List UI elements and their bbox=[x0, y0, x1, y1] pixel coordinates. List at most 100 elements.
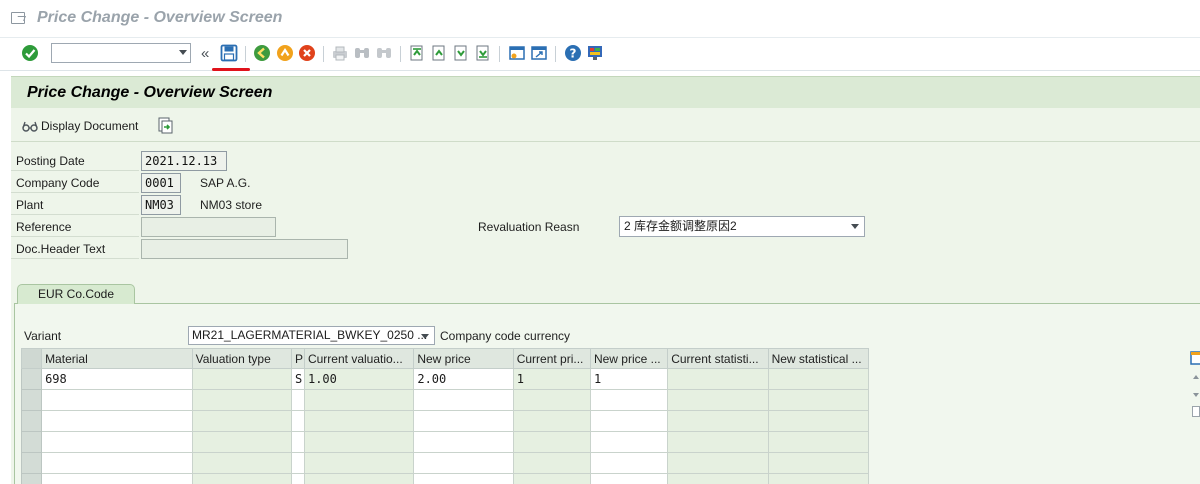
command-input[interactable] bbox=[52, 44, 170, 62]
price-change-table: Material Valuation type P Current valuat… bbox=[20, 348, 870, 484]
table-row[interactable] bbox=[20, 473, 870, 484]
table-cell[interactable] bbox=[41, 389, 193, 411]
shortcut-icon[interactable] bbox=[530, 44, 548, 62]
chevron-down-icon[interactable] bbox=[851, 224, 859, 229]
table-cell[interactable] bbox=[290, 452, 305, 474]
table-cell: 1.00 bbox=[303, 368, 415, 390]
table-cell[interactable] bbox=[290, 389, 305, 411]
find-icon[interactable] bbox=[353, 44, 371, 62]
last-page-icon[interactable] bbox=[474, 44, 492, 62]
chevron-down-icon[interactable] bbox=[421, 334, 429, 339]
table-cell[interactable] bbox=[413, 431, 514, 453]
cancel-icon[interactable] bbox=[298, 44, 316, 62]
revaluation-reason-select[interactable]: 2 库存金额调整原因2 bbox=[619, 216, 865, 237]
column-header[interactable]: Current valuatio... bbox=[303, 348, 415, 369]
plant-label-box: Plant bbox=[11, 195, 139, 215]
row-selector[interactable] bbox=[20, 368, 43, 390]
column-header[interactable]: New price ... bbox=[589, 348, 669, 369]
table-row[interactable] bbox=[20, 431, 870, 453]
row-selector[interactable] bbox=[20, 431, 43, 453]
display-document-button[interactable]: Display Document bbox=[22, 117, 138, 135]
tab-eur-co-code[interactable]: EUR Co.Code bbox=[17, 284, 135, 304]
scroll-up-icon[interactable] bbox=[1193, 375, 1199, 379]
column-header[interactable]: Material bbox=[41, 348, 193, 369]
table-cell[interactable] bbox=[41, 410, 193, 432]
save-icon[interactable] bbox=[220, 44, 238, 62]
table-cell[interactable] bbox=[589, 452, 669, 474]
column-header[interactable]: Current statisti... bbox=[667, 348, 769, 369]
table-cell[interactable] bbox=[589, 431, 669, 453]
table-cell[interactable] bbox=[290, 473, 305, 484]
plant-field[interactable]: NM03 bbox=[141, 195, 181, 215]
table-cell[interactable] bbox=[413, 389, 514, 411]
reference-field[interactable] bbox=[141, 217, 276, 237]
system-toolbar: « ? bbox=[0, 39, 1200, 71]
create-session-icon[interactable] bbox=[508, 44, 526, 62]
table-cell[interactable] bbox=[290, 431, 305, 453]
revaluation-reason-label: Revaluation Reasn bbox=[478, 220, 580, 234]
variant-select[interactable]: MR21_LAGERMATERIAL_BWKEY_0250 ... bbox=[188, 326, 435, 345]
row-selector[interactable] bbox=[20, 473, 43, 484]
table-cell[interactable]: 2.00 bbox=[413, 368, 514, 390]
table-cell[interactable] bbox=[413, 473, 514, 484]
company-code-label-box: Company Code bbox=[11, 173, 139, 193]
exit-transaction-icon[interactable] bbox=[11, 12, 25, 24]
table-cell bbox=[191, 368, 292, 390]
scroll-down-icon[interactable] bbox=[1193, 393, 1199, 397]
first-page-icon[interactable] bbox=[408, 44, 426, 62]
row-selector[interactable] bbox=[20, 389, 43, 411]
table-header-row: Material Valuation type P Current valuat… bbox=[20, 348, 870, 369]
table-settings-icon[interactable] bbox=[1190, 351, 1200, 365]
table-row[interactable] bbox=[20, 452, 870, 474]
print-icon[interactable] bbox=[331, 44, 349, 62]
table-cell[interactable]: 1 bbox=[589, 368, 669, 390]
variant-label: Variant bbox=[24, 329, 62, 343]
command-field[interactable] bbox=[51, 43, 191, 63]
company-code-field[interactable]: 0001 bbox=[141, 173, 181, 193]
table-cell bbox=[667, 410, 769, 432]
table-cell[interactable] bbox=[413, 410, 514, 432]
posting-date-field[interactable]: 2021.12.13 bbox=[141, 151, 227, 171]
copy-document-icon[interactable] bbox=[156, 116, 174, 134]
column-header[interactable]: P bbox=[290, 348, 305, 369]
table-cell[interactable] bbox=[413, 452, 514, 474]
table-row[interactable]: 698 S 1.00 2.00 1 1 bbox=[20, 368, 870, 390]
collapse-icon[interactable]: « bbox=[201, 45, 209, 62]
command-dropdown-icon[interactable] bbox=[179, 50, 187, 55]
row-selector[interactable] bbox=[20, 452, 43, 474]
column-header[interactable]: New price bbox=[413, 348, 514, 369]
column-header[interactable]: New statistical ... bbox=[767, 348, 870, 369]
table-cell bbox=[303, 473, 415, 484]
column-header[interactable]: Current pri... bbox=[512, 348, 591, 369]
table-cell[interactable] bbox=[589, 389, 669, 411]
table-row[interactable] bbox=[20, 389, 870, 411]
table-cell bbox=[512, 473, 591, 484]
table-cell[interactable] bbox=[41, 473, 193, 484]
row-selector[interactable] bbox=[20, 410, 43, 432]
exit-icon[interactable] bbox=[276, 44, 294, 62]
help-icon[interactable]: ? bbox=[564, 44, 582, 62]
table-cell[interactable] bbox=[589, 473, 669, 484]
next-page-icon[interactable] bbox=[452, 44, 470, 62]
customize-layout-icon[interactable] bbox=[586, 44, 604, 62]
enter-icon[interactable] bbox=[21, 44, 39, 62]
table-cell bbox=[512, 389, 591, 411]
previous-page-icon[interactable] bbox=[430, 44, 448, 62]
table-cell[interactable] bbox=[41, 431, 193, 453]
column-header[interactable]: Valuation type bbox=[191, 348, 292, 369]
table-cell[interactable]: 698 bbox=[41, 368, 193, 390]
posting-date-label-box: Posting Date bbox=[11, 151, 139, 171]
doc-header-text-field[interactable] bbox=[141, 239, 348, 259]
table-cell bbox=[303, 452, 415, 474]
table-cell[interactable] bbox=[589, 410, 669, 432]
find-next-icon[interactable] bbox=[375, 44, 393, 62]
table-cell[interactable] bbox=[41, 452, 193, 474]
table-cell[interactable] bbox=[290, 410, 305, 432]
table-cell[interactable]: S bbox=[290, 368, 305, 390]
company-code-description: SAP A.G. bbox=[200, 176, 251, 190]
select-all-cell[interactable] bbox=[20, 348, 43, 369]
table-cell bbox=[667, 368, 769, 390]
back-icon[interactable] bbox=[253, 44, 271, 62]
table-row[interactable] bbox=[20, 410, 870, 432]
scrollbar-thumb[interactable] bbox=[1192, 406, 1200, 417]
